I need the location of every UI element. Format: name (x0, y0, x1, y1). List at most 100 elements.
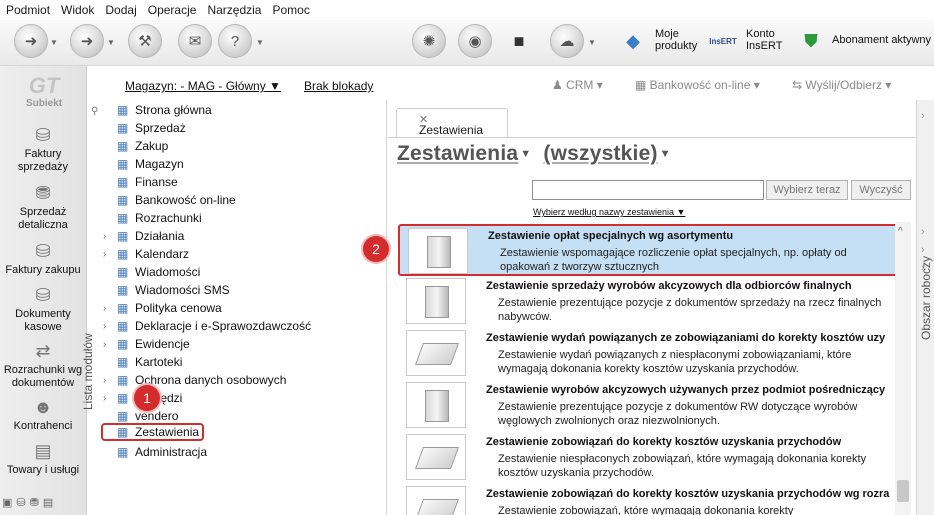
forward-dropdown-icon[interactable]: ▼ (107, 38, 115, 47)
back-dropdown-icon[interactable]: ▼ (50, 38, 58, 47)
insert-logo-icon: InsERT (709, 36, 737, 46)
menu-bar: Podmiot Widok Dodaj Operacje Narzędzia P… (0, 0, 934, 20)
help-dropdown-icon[interactable]: ▼ (256, 38, 264, 47)
module-polityka-cenowa[interactable]: › ▦ Polityka cenowa (103, 299, 222, 317)
list-item[interactable]: Zestawienie sprzedaży wyrobów akcyzowych… (398, 276, 898, 328)
module-magazyn[interactable]: ▦ Magazyn (103, 155, 184, 173)
settlement-icon: ⇄ (35, 341, 51, 361)
module-kalendarz[interactable]: › ▦ Kalendarz (103, 245, 189, 263)
cart-small-icon[interactable]: ⛃ (30, 496, 39, 509)
pin-icon[interactable]: ⚲ (91, 106, 98, 117)
workspace-panel[interactable]: › › › › Obszar roboczy (916, 100, 934, 515)
heading-category[interactable]: Zestawienia (397, 142, 518, 165)
list-scrollbar[interactable]: ^ (895, 222, 911, 515)
nav-kontrahenci[interactable]: ☻ Kontrahenci (0, 396, 86, 433)
crm-icon: ♟ (552, 78, 567, 92)
expand-icon[interactable]: › (103, 393, 117, 404)
module-wiadomosci[interactable]: ▦ Wiadomości (103, 263, 200, 281)
heading-filter[interactable]: (wszystkie) (543, 142, 657, 165)
more-small-icon[interactable]: ▤ (43, 496, 53, 509)
menu-narzedzia[interactable]: Narzędzia (207, 3, 261, 17)
globe-button[interactable]: ◉ (458, 24, 492, 58)
chevron-right-icon[interactable]: › (921, 110, 925, 122)
nav-towary-uslugi[interactable]: ▤ Towary i usługi (0, 440, 86, 477)
abonament-label[interactable]: Abonament aktywny (832, 34, 931, 46)
konto-button[interactable]: InsERT (708, 26, 738, 56)
wyczysc-button[interactable]: Wyczyść (851, 180, 911, 200)
warehouse-icon: ▦ (117, 157, 129, 171)
purchase-icon: ▦ (117, 139, 129, 153)
back-button[interactable]: ➜ (14, 24, 48, 58)
crm-button[interactable]: ♟ CRM ▾ (552, 78, 603, 92)
dropdown-icon[interactable]: ▼ (660, 148, 671, 160)
paper-button[interactable]: ✉ (178, 24, 212, 58)
nav-rozrachunki[interactable]: ⇄ Rozrachunki wg dokumentów (0, 340, 86, 390)
expand-icon[interactable]: › (103, 231, 117, 242)
module-deklaracje[interactable]: › ▦ Deklaracje i e-Sprawozdawczość (103, 317, 311, 335)
list-item[interactable]: Zestawienie wydań powiązanych ze zobowią… (398, 328, 898, 380)
list-item[interactable]: Zestawienie wyrobów akcyzowych używanych… (398, 380, 898, 432)
moje-produkty-label[interactable]: Moje produkty (655, 28, 697, 52)
wyslij-odbierz-button[interactable]: ⇆ Wyślij/Odbierz ▾ (792, 78, 891, 92)
tab-divider (388, 137, 916, 138)
coins-small-icon[interactable]: ⛁ (16, 496, 25, 509)
list-item[interactable]: Zestawienie zobowiązań do korekty kosztó… (398, 432, 898, 484)
tab-zestawienia[interactable]: Zestawienia ✕ (396, 108, 508, 138)
expand-icon[interactable]: › (103, 249, 117, 260)
tools-button[interactable]: ⚒ (128, 24, 162, 58)
nav-faktury-sprzedazy[interactable]: ⛁ Faktury sprzedaży (0, 124, 86, 174)
expand-icon[interactable]: › (103, 375, 117, 386)
chevron-right-icon[interactable]: › (921, 244, 925, 256)
expand-icon[interactable]: › (103, 321, 117, 332)
module-zakup[interactable]: ▦ Zakup (103, 137, 168, 155)
module-ochrona-danych[interactable]: › ▦ Ochrona danych osobowych (103, 371, 286, 389)
module-kartoteki[interactable]: ▦ Kartoteki (103, 353, 182, 371)
module-sprzedaz[interactable]: ▦ Sprzedaż (103, 119, 186, 137)
menu-dodaj[interactable]: Dodaj (105, 3, 136, 17)
module-bankowosc[interactable]: ▦ Bankowość on-line (103, 191, 236, 209)
search-input[interactable] (532, 180, 764, 200)
expand-icon[interactable]: › (103, 339, 117, 350)
forward-button[interactable]: ➜ (70, 24, 104, 58)
help-button[interactable]: ? (218, 24, 252, 58)
box-icon (406, 278, 466, 324)
konto-label[interactable]: Konto InsERT (746, 28, 782, 52)
module-strona-glowna[interactable]: ▦ Strona główna (103, 101, 212, 119)
menu-widok[interactable]: Widok (61, 3, 94, 17)
bankowosc-button[interactable]: ▦ Bankowość on-line ▾ (635, 78, 760, 92)
module-zestawienia[interactable]: ▦ Zestawienia (101, 423, 205, 441)
cloud-button[interactable]: ☁ (550, 24, 584, 58)
loading-button[interactable]: ✺ (412, 24, 446, 58)
abonament-button[interactable]: ⛊ (796, 26, 826, 56)
menu-podmiot[interactable]: Podmiot (6, 3, 50, 17)
expand-icon[interactable]: › (103, 303, 117, 314)
magazyn-selector[interactable]: Magazyn: - MAG - Główny ▼ (125, 79, 281, 93)
wybierz-teraz-button[interactable]: Wybierz teraz (766, 180, 848, 200)
list-item[interactable]: Zestawienie opłat specjalnych wg asortym… (398, 224, 898, 276)
sort-selector[interactable]: Wybierz według nazwy zestawienia ▼ (533, 207, 685, 217)
sheets-icon (406, 434, 466, 480)
list-item[interactable]: Zestawienie zobowiązań do korekty kosztó… (398, 484, 898, 515)
moje-produkty-button[interactable]: ◆ (618, 26, 648, 56)
module-dzialania[interactable]: › ▦ Działania (103, 227, 184, 245)
menu-operacje[interactable]: Operacje (148, 3, 197, 17)
scroll-thumb[interactable] (897, 480, 909, 502)
scroll-up-icon[interactable]: ^ (898, 226, 903, 237)
nav-dokumenty-kasowe[interactable]: ⛁ Dokumenty kasowe (0, 284, 86, 334)
module-administracja[interactable]: ▦ Administracja (103, 443, 207, 461)
nav-faktury-zakupu[interactable]: ⛁ Faktury zakupu (0, 240, 86, 277)
blokada-link[interactable]: Brak blokady (304, 79, 373, 93)
calendar-icon: ▦ (117, 247, 129, 261)
close-tab-icon[interactable]: ✕ (419, 113, 501, 126)
home-small-icon[interactable]: ▣ (2, 496, 12, 509)
nav-sprzedaz-detaliczna[interactable]: ⛃ Sprzedaż detaliczna (0, 182, 86, 232)
cloud-dropdown-icon[interactable]: ▼ (588, 38, 596, 47)
module-rozrachunki[interactable]: ▦ Rozrachunki (103, 209, 202, 227)
module-wiadomosci-sms[interactable]: ▦ Wiadomości SMS (103, 281, 230, 299)
module-ewidencje[interactable]: › ▦ Ewidencje (103, 335, 190, 353)
module-finanse[interactable]: ▦ Finanse (103, 173, 178, 191)
menu-pomoc[interactable]: Pomoc (272, 3, 309, 17)
dropdown-icon[interactable]: ▼ (520, 148, 531, 160)
chevron-right-icon[interactable]: › (921, 226, 925, 238)
cube-button[interactable]: ■ (504, 26, 534, 56)
